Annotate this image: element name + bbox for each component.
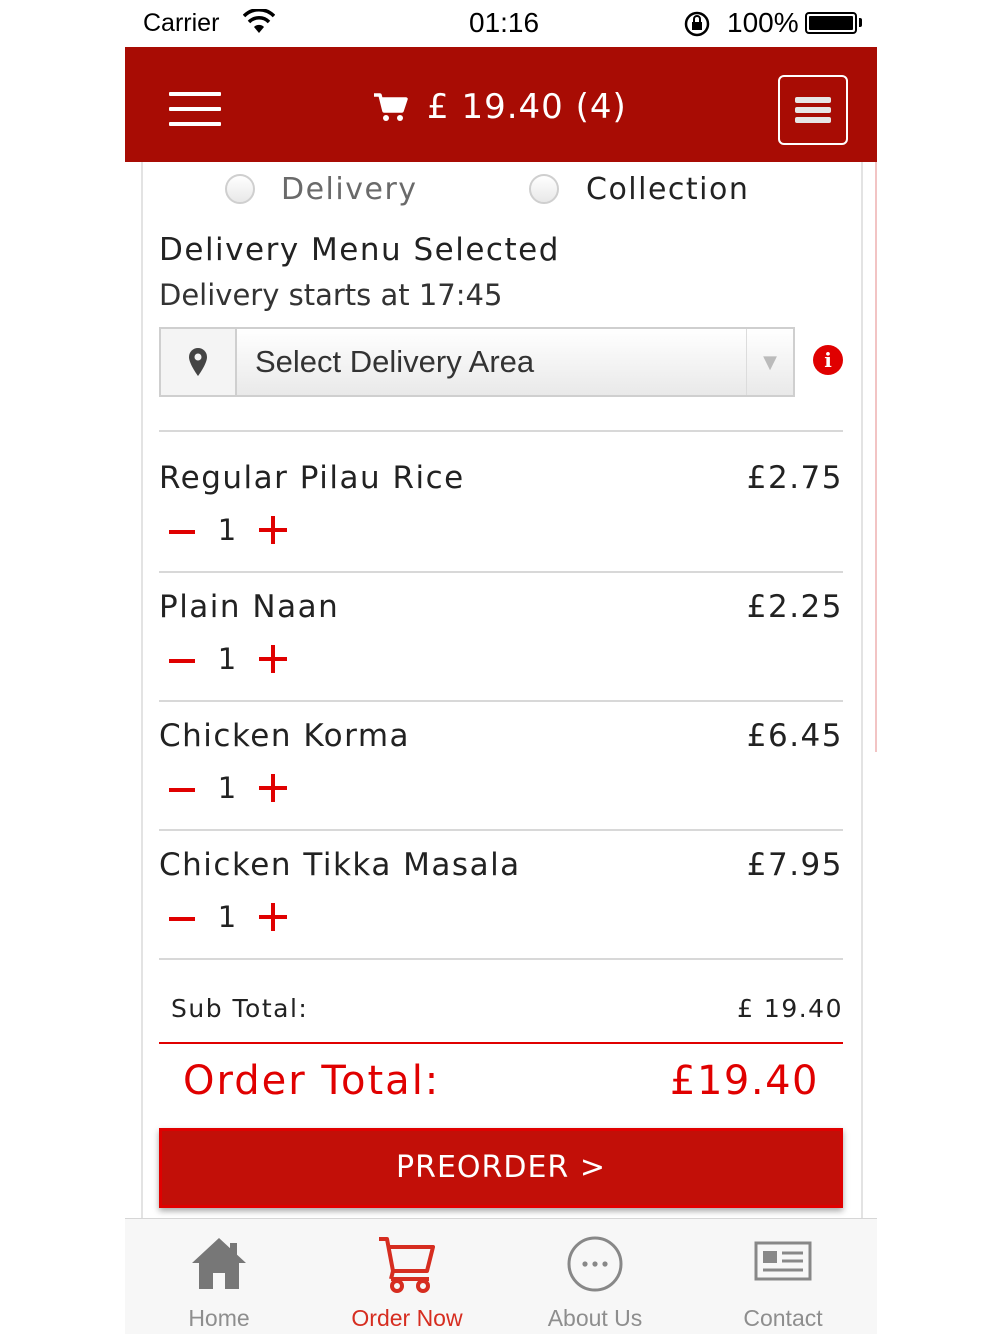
info-icon[interactable]: i <box>813 345 843 375</box>
cart-summary[interactable]: £ 19.40 (4) <box>373 87 627 127</box>
menu-selected-heading: Delivery Menu Selected <box>159 232 560 268</box>
item-name: Chicken Korma <box>159 718 411 754</box>
increase-quantity-button[interactable] <box>259 903 287 931</box>
quantity-stepper: 1 <box>169 639 287 679</box>
carrier-label: Carrier <box>143 9 220 37</box>
order-card: Delivery Collection Delivery Menu Select… <box>141 162 863 1222</box>
cart-total-text: £ 19.40 (4) <box>427 87 627 127</box>
cart-item: Chicken Korma £6.45 1 <box>159 718 843 838</box>
delivery-radio-label[interactable]: Delivery <box>281 172 418 207</box>
edge-line <box>875 162 877 752</box>
subtotal-label: Sub Total: <box>171 994 309 1023</box>
quantity-stepper: 1 <box>169 510 287 550</box>
tab-order-now[interactable]: Order Now <box>313 1219 501 1334</box>
clock: 01:16 <box>469 7 540 38</box>
item-name: Regular Pilau Rice <box>159 460 465 496</box>
total-divider <box>159 1042 843 1044</box>
delivery-start-time: Delivery starts at 17:45 <box>159 278 503 312</box>
battery-tip <box>859 18 862 27</box>
wifi-icon <box>243 9 275 33</box>
tab-order-now-label: Order Now <box>351 1305 463 1331</box>
increase-quantity-button[interactable] <box>259 516 287 544</box>
delivery-radio[interactable] <box>225 174 255 204</box>
item-name: Plain Naan <box>159 589 340 625</box>
tab-bar: Home Order Now About Us Contact <box>125 1218 877 1334</box>
tab-about-us[interactable]: About Us <box>501 1219 689 1334</box>
options-menu-button[interactable] <box>778 75 848 145</box>
divider <box>159 571 843 573</box>
increase-quantity-button[interactable] <box>259 774 287 802</box>
decrease-quantity-button[interactable] <box>169 659 195 663</box>
chevron-down-icon: ▼ <box>746 329 793 395</box>
status-bar: Carrier 01:16 100% <box>125 0 877 47</box>
more-icon <box>567 1236 623 1292</box>
app-screen: Carrier 01:16 100% £ 19.40 (4) Delivery … <box>125 0 877 1334</box>
tab-home-label: Home <box>188 1305 250 1331</box>
cart-item: Regular Pilau Rice £2.75 1 <box>159 460 843 580</box>
decrease-quantity-button[interactable] <box>169 530 195 534</box>
item-price: £6.45 <box>746 718 843 754</box>
collection-radio-label[interactable]: Collection <box>586 172 749 207</box>
order-total-value: £19.40 <box>670 1058 819 1104</box>
divider <box>159 430 843 432</box>
divider <box>159 958 843 960</box>
cart-item: Chicken Tikka Masala £7.95 1 <box>159 847 843 967</box>
quantity-value: 1 <box>217 771 237 805</box>
tab-contact-label: Contact <box>743 1305 823 1331</box>
subtotal-value: £ 19.40 <box>737 994 843 1023</box>
quantity-stepper: 1 <box>169 768 287 808</box>
location-pin-icon <box>161 329 237 395</box>
tab-about-us-label: About Us <box>547 1305 643 1331</box>
quantity-value: 1 <box>217 900 237 934</box>
quantity-stepper: 1 <box>169 897 287 937</box>
order-total-label: Order Total: <box>183 1058 441 1104</box>
preorder-button[interactable]: PREORDER > <box>159 1128 843 1208</box>
decrease-quantity-button[interactable] <box>169 917 195 921</box>
contact-card-icon <box>754 1241 812 1281</box>
delivery-area-placeholder: Select Delivery Area <box>255 344 535 379</box>
hamburger-menu-icon[interactable] <box>169 92 221 126</box>
delivery-area-select[interactable]: Select Delivery Area ▼ <box>159 327 795 397</box>
divider <box>159 700 843 702</box>
item-price: £7.95 <box>746 847 843 883</box>
battery-icon <box>805 12 857 34</box>
tab-home[interactable]: Home <box>125 1219 313 1334</box>
home-icon <box>192 1238 246 1289</box>
divider <box>159 829 843 831</box>
cart-icon <box>374 93 408 121</box>
battery-percent: 100% <box>727 7 799 38</box>
tab-contact[interactable]: Contact <box>689 1219 877 1334</box>
increase-quantity-button[interactable] <box>259 645 287 673</box>
quantity-value: 1 <box>217 513 237 547</box>
cart-icon <box>379 1237 435 1293</box>
cart-item: Plain Naan £2.25 1 <box>159 589 843 709</box>
item-name: Chicken Tikka Masala <box>159 847 521 883</box>
decrease-quantity-button[interactable] <box>169 788 195 792</box>
item-price: £2.25 <box>746 589 843 625</box>
collection-radio[interactable] <box>529 174 559 204</box>
item-price: £2.75 <box>746 460 843 496</box>
quantity-value: 1 <box>217 642 237 676</box>
rotation-lock-icon <box>684 11 710 37</box>
order-type-selector: Delivery Collection <box>143 172 861 212</box>
app-header: £ 19.40 (4) <box>125 47 877 162</box>
